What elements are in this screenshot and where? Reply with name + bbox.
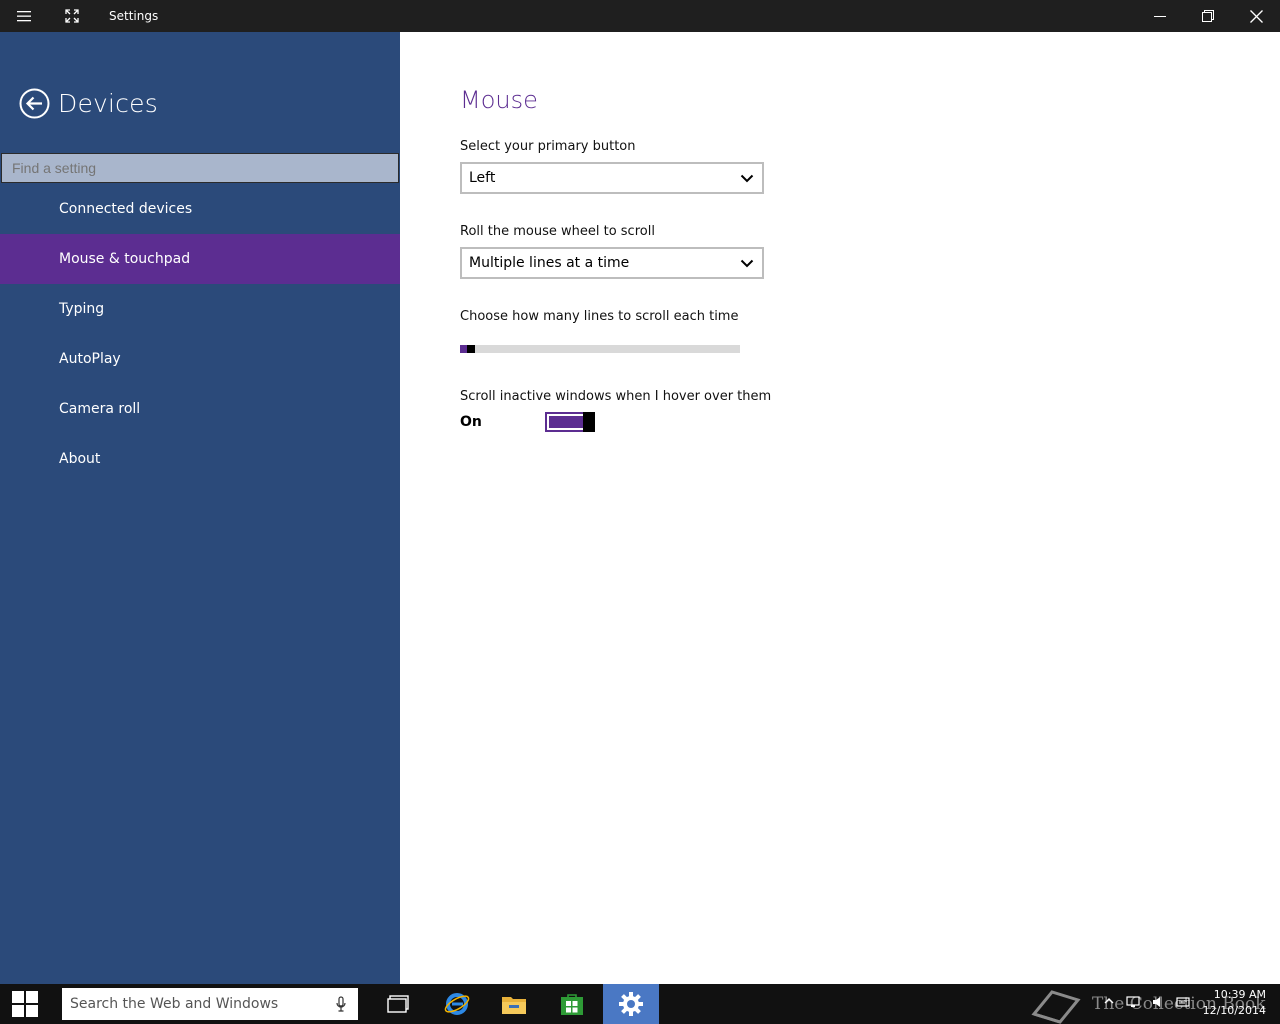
wheel-scroll-value: Multiple lines at a time (469, 255, 630, 271)
section-title: Devices (58, 88, 158, 118)
clock[interactable]: 10:39 AM 12/10/2014 (1203, 987, 1266, 1019)
sidebar-item-label: Mouse & touchpad (59, 251, 191, 267)
task-view-button[interactable] (374, 984, 424, 1024)
sidebar-item-about[interactable]: About (0, 434, 400, 484)
sidebar-item-label: AutoPlay (59, 351, 121, 367)
wheel-scroll-select[interactable]: Multiple lines at a time (460, 247, 764, 279)
clock-date: 12/10/2014 (1202, 1004, 1266, 1017)
clock-time: 10:39 AM (1213, 988, 1266, 1001)
sidebar-item-typing[interactable]: Typing (0, 284, 400, 334)
toggle-knob (583, 412, 595, 432)
primary-button-label: Select your primary button (460, 139, 636, 154)
taskbar-search-placeholder: Search the Web and Windows (70, 996, 279, 1012)
find-setting-input[interactable] (1, 153, 399, 183)
settings-app-button[interactable] (603, 984, 659, 1024)
toggle-track (549, 416, 583, 428)
back-arrow-icon[interactable] (19, 88, 50, 119)
primary-button-value: Left (469, 170, 496, 186)
network-icon[interactable] (1126, 996, 1140, 1008)
store-bag-icon (561, 994, 583, 1015)
toggle-state-label: On (460, 414, 482, 430)
restore-button[interactable] (1184, 0, 1232, 32)
chevron-down-icon (740, 174, 754, 183)
start-button[interactable] (0, 984, 50, 1024)
volume-icon[interactable] (1152, 996, 1164, 1008)
hamburger-menu-icon[interactable] (0, 0, 48, 32)
window-title: Settings (109, 9, 159, 23)
fullscreen-icon[interactable] (48, 0, 96, 32)
taskbar-search-box[interactable]: Search the Web and Windows (62, 988, 358, 1020)
chevron-up-icon[interactable] (1104, 996, 1114, 1006)
minimize-button[interactable] (1136, 0, 1184, 32)
inactive-scroll-toggle[interactable] (545, 412, 595, 432)
sidebar-item-mouse-touchpad[interactable]: Mouse & touchpad (0, 234, 400, 284)
internet-explorer-icon (444, 993, 470, 1015)
windows-logo-icon (12, 991, 38, 1017)
wheel-scroll-label: Roll the mouse wheel to scroll (460, 224, 655, 239)
internet-explorer-button[interactable] (432, 984, 482, 1024)
lines-slider-label: Choose how many lines to scroll each tim… (460, 309, 739, 324)
main-content: Mouse Select your primary button Left Ro… (400, 32, 1280, 984)
microphone-icon[interactable] (334, 996, 348, 1012)
store-button[interactable] (547, 984, 597, 1024)
close-button[interactable] (1232, 0, 1280, 32)
title-bar: Settings (0, 0, 1280, 32)
sidebar-item-autoplay[interactable]: AutoPlay (0, 334, 400, 384)
slider-thumb[interactable] (467, 345, 475, 353)
folder-icon (502, 997, 526, 1014)
task-view-icon (387, 995, 409, 1013)
sidebar-item-label: Camera roll (59, 401, 141, 417)
sidebar-item-connected-devices[interactable]: Connected devices (0, 184, 400, 234)
inactive-scroll-label: Scroll inactive windows when I hover ove… (460, 389, 772, 404)
system-tray (1104, 996, 1190, 1008)
taskbar: Search the Web and Windows The Collectio… (0, 984, 1280, 1024)
lines-scroll-slider[interactable] (460, 345, 740, 353)
sidebar-item-label: Typing (59, 301, 105, 317)
back-row: Devices (19, 86, 158, 120)
page-title: Mouse (460, 86, 538, 114)
book-watermark-icon (1031, 990, 1081, 1024)
primary-button-select[interactable]: Left (460, 162, 764, 194)
sidebar-item-label: Connected devices (59, 201, 193, 217)
sidebar: Devices Connected devices Mouse & touchp… (0, 32, 400, 984)
sidebar-item-camera-roll[interactable]: Camera roll (0, 384, 400, 434)
gear-icon (619, 992, 643, 1016)
notification-icon[interactable] (1176, 996, 1190, 1008)
sidebar-item-label: About (59, 451, 101, 467)
file-explorer-button[interactable] (489, 984, 539, 1024)
chevron-down-icon (740, 259, 754, 268)
